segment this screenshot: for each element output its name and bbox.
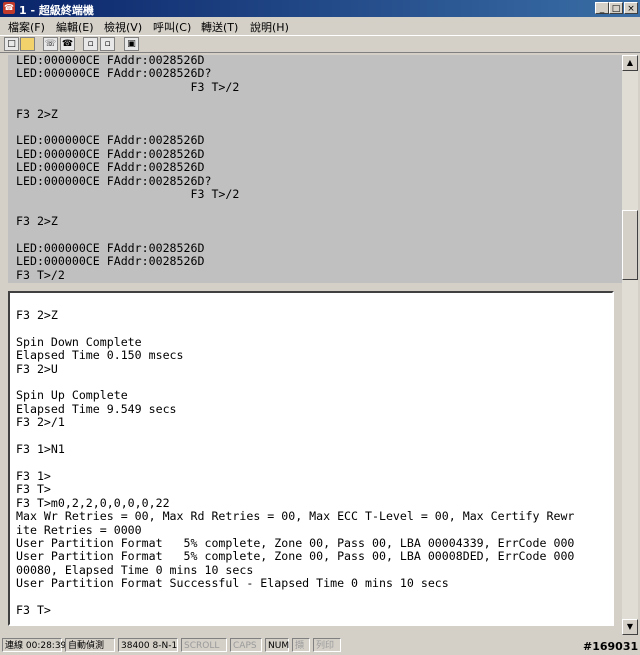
scroll-down-arrow-icon[interactable]: ▼: [622, 619, 638, 635]
menu-bar: 檔案(F) 編輯(E) 檢視(V) 呼叫(C) 轉送(T) 說明(H): [0, 17, 640, 35]
receive-file-icon[interactable]: ▫: [100, 37, 115, 51]
menu-call[interactable]: 呼叫(C): [153, 19, 191, 35]
backscroll-buffer[interactable]: LED:000000CE FAddr:0028526D LED:000000CE…: [8, 55, 622, 283]
status-num: NUM: [265, 638, 289, 652]
minimize-button[interactable]: _: [595, 2, 609, 14]
status-bar: 連線 00:28:39 自動偵測 38400 8-N-1 SCROLL CAPS…: [0, 636, 640, 655]
hyperterminal-icon[interactable]: ☎: [3, 2, 15, 14]
hangup-icon[interactable]: ☎: [60, 37, 75, 51]
send-file-icon[interactable]: ▫: [83, 37, 98, 51]
status-scroll: SCROLL: [181, 638, 227, 652]
close-button[interactable]: ×: [624, 2, 638, 14]
window-title: 1 - 超級終端機: [19, 4, 94, 17]
open-folder-icon[interactable]: [20, 37, 35, 51]
menu-edit[interactable]: 編輯(E): [56, 19, 94, 35]
menu-file[interactable]: 檔案(F): [8, 19, 45, 35]
menu-view[interactable]: 檢視(V): [104, 19, 142, 35]
terminal-text: F3 2>Z Spin Down Complete Elapsed Time 0…: [16, 308, 575, 617]
scroll-thumb[interactable]: [622, 210, 638, 280]
menu-help[interactable]: 說明(H): [250, 19, 289, 35]
terminal-screen[interactable]: F3 2>Z Spin Down Complete Elapsed Time 0…: [8, 291, 614, 626]
title-bar[interactable]: ☎ 1 - 超級終端機 _ □ ×: [0, 0, 640, 17]
status-capture: 擷: [292, 638, 310, 652]
backscroll-text: LED:000000CE FAddr:0028526D LED:000000CE…: [16, 55, 240, 282]
menu-transfer[interactable]: 轉送(T): [201, 19, 238, 35]
maximize-button[interactable]: □: [609, 2, 623, 14]
new-icon[interactable]: □: [4, 37, 19, 51]
status-port-settings: 38400 8-N-1: [118, 638, 178, 652]
status-caps: CAPS: [230, 638, 262, 652]
phone-icon[interactable]: ☏: [43, 37, 58, 51]
watermark: #169031: [583, 640, 639, 653]
status-connected-time: 連線 00:28:39: [2, 638, 66, 652]
vertical-scrollbar[interactable]: ▲ ▼: [622, 55, 638, 635]
properties-icon[interactable]: ▣: [124, 37, 139, 51]
toolbar: □ ☏ ☎ ▫ ▫ ▣: [0, 35, 640, 53]
status-detect: 自動偵測: [65, 638, 115, 652]
status-print-echo: 列印: [313, 638, 341, 652]
scroll-up-arrow-icon[interactable]: ▲: [622, 55, 638, 71]
